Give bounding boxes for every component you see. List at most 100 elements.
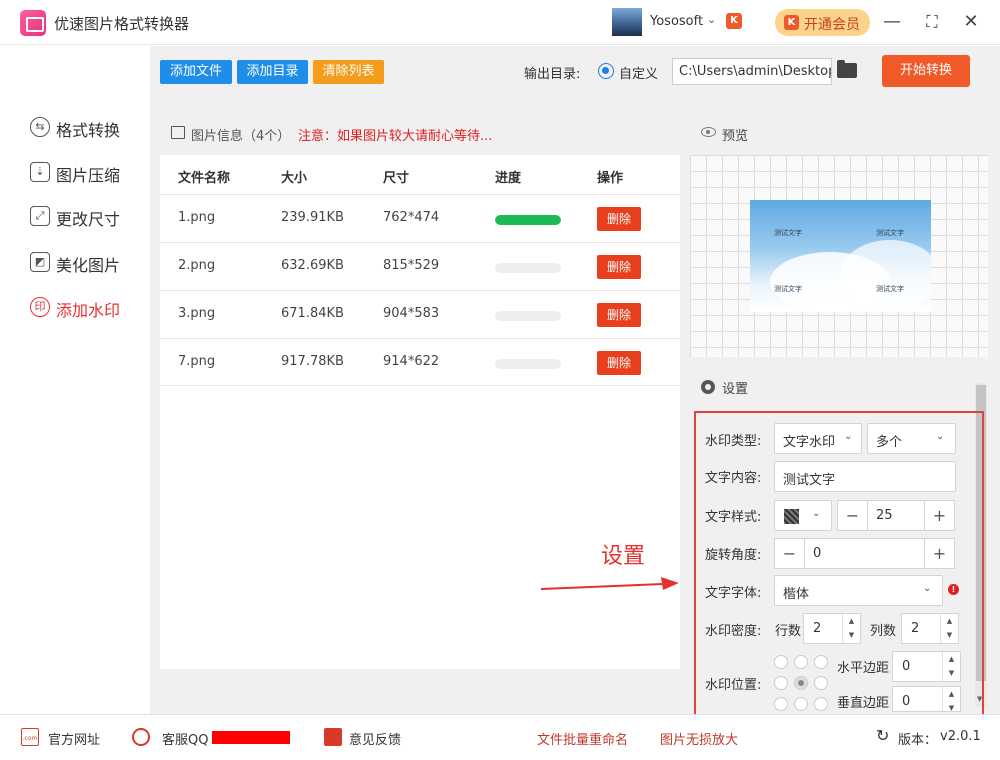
custom-dir-radio[interactable] xyxy=(598,63,614,79)
file-size: 917.78KB xyxy=(281,354,344,369)
spin-arrows-icon[interactable]: ▲ ▼ xyxy=(942,687,960,711)
rotation-decrement-button[interactable]: − xyxy=(774,538,805,569)
text-content-input[interactable]: 测试文字 xyxy=(774,461,956,492)
column-header-action: 操作 xyxy=(597,171,624,186)
folder-icon[interactable] xyxy=(837,60,857,78)
rotation-value: 0 xyxy=(813,546,822,561)
maximize-icon[interactable]: ⛶ xyxy=(920,10,944,34)
beautify-icon: ◩ xyxy=(30,252,50,272)
file-dimensions: 815*529 xyxy=(383,258,440,273)
spin-arrows-icon[interactable]: ▲ ▼ xyxy=(842,614,860,643)
settings-title: 设置 xyxy=(722,382,749,397)
watermark-count-select[interactable]: 多个 ⌄ xyxy=(867,423,956,454)
warning-icon[interactable]: ! xyxy=(948,584,959,595)
file-size: 671.84KB xyxy=(281,306,344,321)
watermark-text: 测试文字 xyxy=(774,229,802,237)
watermark-type-value: 文字水印 xyxy=(783,435,836,450)
delete-button[interactable]: 删除 xyxy=(597,303,641,327)
position-bottom-center[interactable] xyxy=(794,697,808,711)
redacted-bar xyxy=(212,731,290,744)
feedback-link[interactable]: 意见反馈 xyxy=(349,729,401,748)
qq-link[interactable]: 客服QQ xyxy=(162,729,208,748)
table-row: 2.png 632.69KB 815*529 删除 xyxy=(160,242,680,290)
progress-bar xyxy=(495,215,561,225)
position-middle-left[interactable] xyxy=(774,676,788,690)
v-margin-spinbox[interactable]: 0 ▲ ▼ xyxy=(892,686,961,712)
font-select[interactable]: 楷体 ⌄ xyxy=(774,575,943,606)
table-row: 3.png 671.84KB 904*583 删除 xyxy=(160,290,680,338)
font-size-input[interactable]: 25 xyxy=(867,500,925,531)
position-label: 水印位置: xyxy=(705,678,762,693)
font-size-increment-button[interactable]: + xyxy=(924,500,955,531)
sidebar: ⇆ 格式转换 ⇣ 图片压缩 ⤢ 更改尺寸 ◩ 美化图片 印 添加水印 xyxy=(0,46,150,714)
text-color-picker[interactable]: ⌄ xyxy=(774,500,832,531)
sidebar-item-format-convert[interactable]: ⇆ 格式转换 xyxy=(30,115,145,140)
convert-icon: ⇆ xyxy=(30,117,50,137)
user-avatar[interactable] xyxy=(612,8,642,36)
table-row: 1.png 239.91KB 762*474 删除 xyxy=(160,194,680,242)
sidebar-item-label: 添加水印 xyxy=(56,301,121,320)
close-icon[interactable]: ✕ xyxy=(959,10,983,34)
text-content-label: 文字内容: xyxy=(705,471,762,486)
sidebar-item-resize[interactable]: ⤢ 更改尺寸 xyxy=(30,204,145,229)
website-icon: .com xyxy=(21,728,39,746)
file-size: 239.91KB xyxy=(281,210,344,225)
lossless-upscale-link[interactable]: 图片无损放大 xyxy=(660,729,738,748)
spin-arrows-icon[interactable]: ▲ ▼ xyxy=(942,652,960,681)
refresh-icon[interactable]: ↻ xyxy=(876,726,889,745)
file-name: 1.png xyxy=(178,210,216,225)
table-row: 7.png 917.78KB 914*622 删除 xyxy=(160,338,680,386)
file-info-warning: 注意：如果图片较大请耐心等待... xyxy=(298,129,493,144)
watermark-icon: 印 xyxy=(30,297,50,317)
chevron-down-icon[interactable]: ⌄ xyxy=(707,13,716,26)
position-middle-right[interactable] xyxy=(814,676,828,690)
delete-button[interactable]: 删除 xyxy=(597,255,641,279)
position-bottom-right[interactable] xyxy=(814,697,828,711)
app-logo-icon xyxy=(20,10,46,36)
column-header-name: 文件名称 xyxy=(178,171,231,186)
add-directory-button[interactable]: 添加目录 xyxy=(237,60,308,84)
user-name[interactable]: Yososoft xyxy=(650,14,703,29)
position-top-left[interactable] xyxy=(774,655,788,669)
customer-service-icon xyxy=(132,728,150,746)
file-panel-header: 图片信息（4个） 注意：如果图片较大请耐心等待... xyxy=(160,111,680,155)
font-size-decrement-button[interactable]: − xyxy=(837,500,868,531)
position-center[interactable] xyxy=(794,676,808,690)
position-top-center[interactable] xyxy=(794,655,808,669)
minimize-icon[interactable]: — xyxy=(880,10,904,34)
file-dimensions: 762*474 xyxy=(383,210,440,225)
vip-button[interactable]: K 开通会员 xyxy=(775,9,870,36)
rotation-input[interactable]: 0 xyxy=(804,538,926,569)
add-file-button[interactable]: 添加文件 xyxy=(160,60,232,84)
position-top-right[interactable] xyxy=(814,655,828,669)
position-bottom-left[interactable] xyxy=(774,697,788,711)
custom-dir-label[interactable]: 自定义 xyxy=(619,63,658,82)
sidebar-item-beautify[interactable]: ◩ 美化图片 xyxy=(30,250,145,275)
rows-spinbox[interactable]: 2 ▲ ▼ xyxy=(803,613,861,644)
delete-button[interactable]: 删除 xyxy=(597,207,641,231)
image-info-icon xyxy=(171,126,185,139)
version-value: v2.0.1 xyxy=(940,729,981,744)
website-link[interactable]: 官方网址 xyxy=(48,729,100,748)
sidebar-item-compress[interactable]: ⇣ 图片压缩 xyxy=(30,160,145,185)
title-bar: 优速图片格式转换器 Yososoft ⌄ K K 开通会员 — ⛶ ✕ xyxy=(0,0,1000,45)
watermark-type-select[interactable]: 文字水印 ⌄ xyxy=(774,423,862,454)
sidebar-item-label: 图片压缩 xyxy=(56,166,121,185)
delete-button[interactable]: 删除 xyxy=(597,351,641,375)
start-convert-button[interactable]: 开始转换 xyxy=(882,55,970,87)
spin-arrows-icon[interactable]: ▲ ▼ xyxy=(940,614,958,643)
cols-spinbox[interactable]: 2 ▲ ▼ xyxy=(901,613,959,644)
sidebar-item-watermark[interactable]: 印 添加水印 xyxy=(30,295,145,320)
h-margin-spinbox[interactable]: 0 ▲ ▼ xyxy=(892,651,961,682)
clear-list-button[interactable]: 清除列表 xyxy=(313,60,384,84)
gear-icon xyxy=(701,380,715,394)
rotation-increment-button[interactable]: + xyxy=(924,538,955,569)
output-path-input[interactable]: C:\Users\admin\Desktop xyxy=(672,58,832,85)
annotation-arrow-icon xyxy=(541,577,679,590)
color-swatch-icon xyxy=(784,509,799,524)
app-title: 优速图片格式转换器 xyxy=(54,15,190,33)
resize-icon: ⤢ xyxy=(30,206,50,226)
pdf-icon xyxy=(324,728,342,746)
batch-rename-link[interactable]: 文件批量重命名 xyxy=(537,729,628,748)
chevron-down-icon: ⌄ xyxy=(923,583,932,594)
